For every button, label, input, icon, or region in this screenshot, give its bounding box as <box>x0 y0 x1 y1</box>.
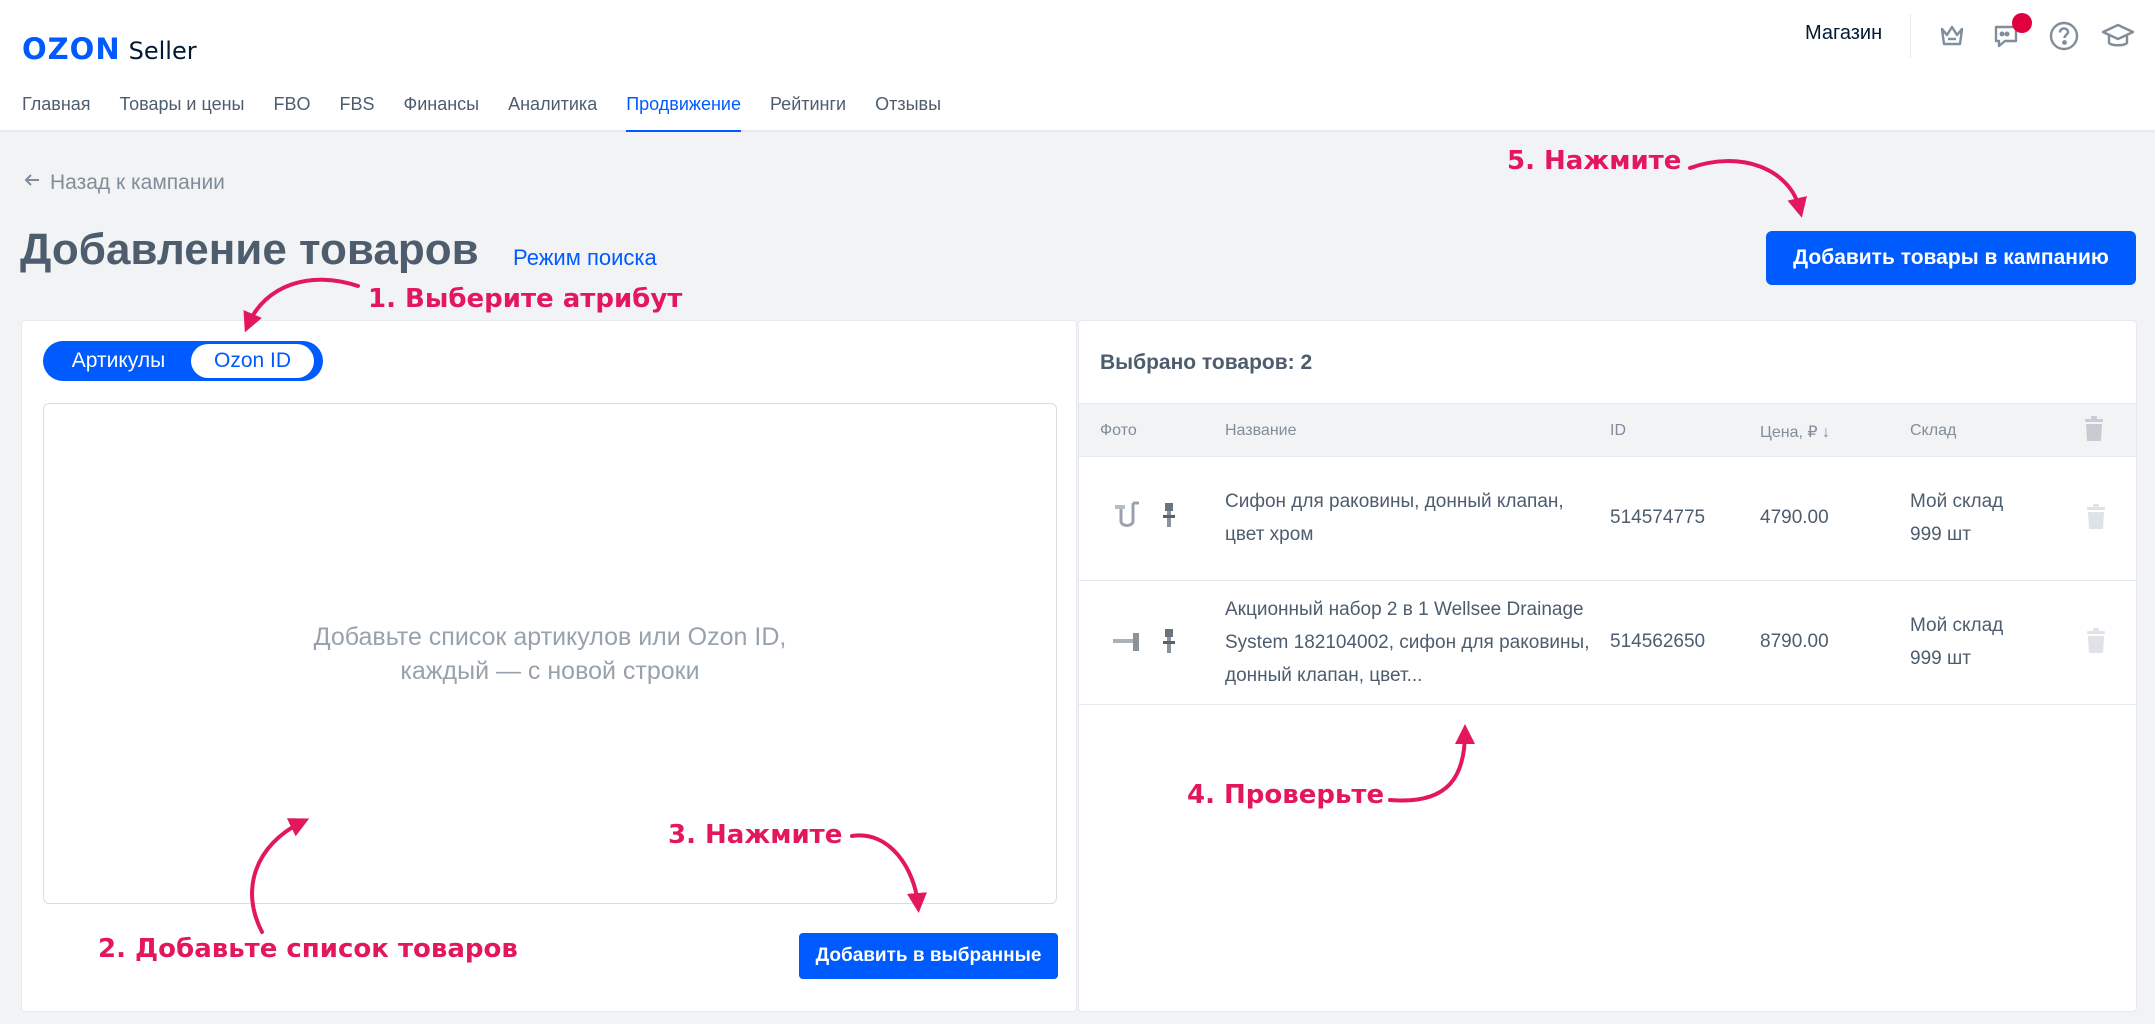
annotation-step3: 3. Нажмите <box>668 820 843 850</box>
product-name[interactable]: Сифон для раковины, донный клапан, цвет … <box>1225 485 1605 551</box>
store-selector[interactable]: Магазин <box>1805 22 1882 45</box>
top-header: OZON Seller Главная Товары и цены FBO FB… <box>0 0 2155 132</box>
warehouse-name: Мой склад <box>1910 615 2004 636</box>
arrow-left-icon <box>22 170 42 196</box>
annotation-step4: 4. Проверьте <box>1187 780 1385 810</box>
back-link-label: Назад к кампании <box>50 171 225 194</box>
input-panel: Артикулы Ozon ID Добавьте список артикул… <box>21 320 1077 1012</box>
nav-main[interactable]: Главная <box>22 94 91 132</box>
nav-finance[interactable]: Финансы <box>404 94 480 132</box>
trash-icon[interactable] <box>2085 628 2107 660</box>
selected-products-table: Фото Название ID Цена, ₽ ↓ Склад Сифон д… <box>1079 403 2136 705</box>
toggle-articles[interactable]: Артикулы <box>46 344 191 378</box>
ozon-seller-logo[interactable]: OZON Seller <box>22 32 197 66</box>
nav-fbs[interactable]: FBS <box>340 94 375 132</box>
logo-ozon-text: OZON <box>22 32 121 66</box>
page-title: Добавление товаров <box>20 225 479 274</box>
back-to-campaign-link[interactable]: Назад к кампании <box>22 170 225 196</box>
academy-icon[interactable] <box>2100 18 2136 54</box>
col-photo: Фото <box>1100 422 1137 439</box>
table-row: Сифон для раковины, донный клапан, цвет … <box>1079 457 2136 581</box>
product-id: 514562650 <box>1610 631 1706 652</box>
product-warehouse: Мой склад 999 шт <box>1910 609 2003 675</box>
delete-all-icon[interactable] <box>2083 416 2105 447</box>
nav-analytics[interactable]: Аналитика <box>508 94 597 132</box>
table-row: Акционный набор 2 в 1 Wellsee Drainage S… <box>1079 581 2136 705</box>
product-price: 4790.00 <box>1760 507 1829 528</box>
annotation-step1: 1. Выберите атрибут <box>368 284 683 314</box>
product-photo <box>1107 613 1187 673</box>
table-header: Фото Название ID Цена, ₽ ↓ Склад <box>1079 403 2136 457</box>
add-to-campaign-button[interactable]: Добавить товары в кампанию <box>1766 231 2136 285</box>
product-name[interactable]: Акционный набор 2 в 1 Wellsee Drainage S… <box>1225 593 1605 692</box>
product-photo <box>1107 489 1187 549</box>
product-warehouse: Мой склад 999 шт <box>1910 485 2003 551</box>
trash-icon[interactable] <box>2085 504 2107 536</box>
crown-icon[interactable] <box>1934 18 1970 54</box>
col-price-sort[interactable]: Цена, ₽ ↓ <box>1760 422 1830 442</box>
col-id: ID <box>1610 422 1626 439</box>
selected-count: Выбрано товаров: 2 <box>1100 351 1313 374</box>
main-nav: Главная Товары и цены FBO FBS Финансы Ан… <box>22 94 970 132</box>
attribute-toggle[interactable]: Артикулы Ozon ID <box>43 341 323 381</box>
help-icon[interactable] <box>2046 18 2082 54</box>
annotation-step5: 5. Нажмите <box>1507 146 1682 176</box>
annotation-step2: 2. Добавьте список товаров <box>98 934 518 964</box>
warehouse-qty: 999 шт <box>1910 524 1971 545</box>
search-mode-link[interactable]: Режим поиска <box>513 245 657 271</box>
nav-fbo[interactable]: FBO <box>274 94 311 132</box>
arrow-step1 <box>243 277 360 333</box>
logo-seller-text: Seller <box>128 37 197 65</box>
notification-badge <box>2012 13 2032 33</box>
warehouse-name: Мой склад <box>1910 491 2004 512</box>
textarea-placeholder: Добавьте список артикулов или Ozon ID, к… <box>313 622 787 685</box>
header-divider <box>1910 14 1911 58</box>
add-to-selected-button[interactable]: Добавить в выбранные <box>799 933 1058 979</box>
nav-ratings[interactable]: Рейтинги <box>770 94 846 132</box>
product-price: 8790.00 <box>1760 631 1829 652</box>
toggle-ozon-id[interactable]: Ozon ID <box>191 344 314 378</box>
nav-reviews[interactable]: Отзывы <box>875 94 941 132</box>
product-list-textarea[interactable]: Добавьте список артикулов или Ozon ID, к… <box>43 403 1057 904</box>
arrow-step5 <box>1688 159 1807 218</box>
col-name: Название <box>1225 422 1297 439</box>
nav-products-prices[interactable]: Товары и цены <box>120 94 245 132</box>
warehouse-qty: 999 шт <box>1910 648 1971 669</box>
selected-products-panel: Выбрано товаров: 2 Фото Название ID Цена… <box>1078 320 2137 1012</box>
col-warehouse: Склад <box>1910 422 1957 439</box>
nav-promotion[interactable]: Продвижение <box>626 94 741 132</box>
product-id: 514574775 <box>1610 507 1706 528</box>
